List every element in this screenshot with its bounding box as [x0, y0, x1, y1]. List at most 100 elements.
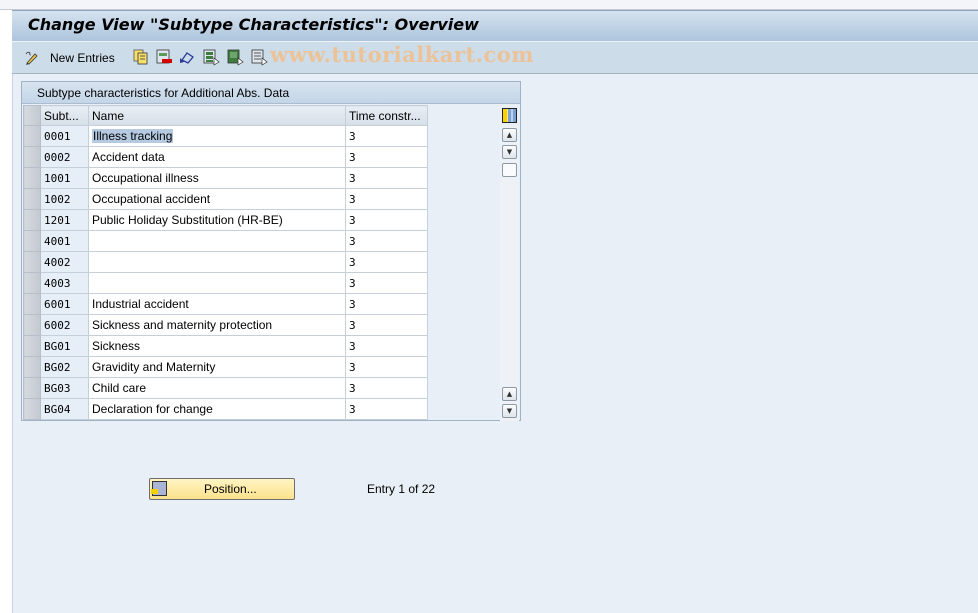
table-control: Subtype characteristics for Additional A… — [21, 81, 521, 421]
row-selector[interactable] — [23, 209, 41, 231]
table-row: 6001 Industrial accident 3 — [23, 293, 428, 315]
table-row: BG04 Declaration for change 3 — [23, 398, 428, 420]
table-row: 1001 Occupational illness 3 — [23, 167, 428, 189]
time-constraint-cell[interactable]: 3 — [345, 125, 428, 147]
time-constraint-cell[interactable]: 3 — [345, 251, 428, 273]
row-selector[interactable] — [23, 314, 41, 336]
copy-as-icon[interactable] — [132, 48, 150, 66]
name-cell[interactable]: Illness tracking — [88, 125, 346, 147]
row-selector[interactable] — [23, 377, 41, 399]
edit-pencil-icon — [25, 51, 38, 65]
name-cell[interactable]: Sickness — [88, 335, 346, 357]
scroll-thumb[interactable] — [502, 163, 517, 177]
name-cell[interactable]: Gravidity and Maternity — [88, 356, 346, 378]
table-row: BG03 Child care 3 — [23, 377, 428, 399]
name-cell[interactable] — [88, 251, 346, 273]
subtype-cell[interactable]: 1001 — [40, 167, 89, 189]
row-selector[interactable] — [23, 167, 41, 189]
title-bar: Change View "Subtype Characteristics": O… — [12, 10, 978, 41]
table-row: 4002 3 — [23, 251, 428, 273]
column-header-time-constraint[interactable]: Time constr... — [345, 105, 428, 126]
time-constraint-cell[interactable]: 3 — [345, 188, 428, 210]
row-selector[interactable] — [23, 272, 41, 294]
column-header-subtype[interactable]: Subt... — [40, 105, 89, 126]
time-constraint-cell[interactable]: 3 — [345, 167, 428, 189]
scroll-page-down-button[interactable]: ▼ — [502, 404, 517, 418]
subtype-cell[interactable]: 4001 — [40, 230, 89, 252]
position-icon — [151, 481, 167, 496]
new-entries-label: New Entries — [50, 51, 115, 65]
name-cell[interactable]: Declaration for change — [88, 398, 346, 420]
subtype-cell[interactable]: 6002 — [40, 314, 89, 336]
name-cell[interactable]: Sickness and maternity protection — [88, 314, 346, 336]
position-button[interactable]: Position... — [149, 478, 295, 500]
delete-icon[interactable] — [155, 48, 173, 66]
column-header-name[interactable]: Name — [88, 105, 346, 126]
subtype-cell[interactable]: 4002 — [40, 251, 89, 273]
subtype-cell[interactable]: BG03 — [40, 377, 89, 399]
name-cell[interactable]: Child care — [88, 377, 346, 399]
time-constraint-cell[interactable]: 3 — [345, 272, 428, 294]
row-selector[interactable] — [23, 356, 41, 378]
time-constraint-cell[interactable]: 3 — [345, 377, 428, 399]
highlighted-text: Illness tracking — [92, 129, 174, 143]
table-title: Subtype characteristics for Additional A… — [37, 86, 290, 100]
subtype-cell[interactable]: 1002 — [40, 188, 89, 210]
time-constraint-cell[interactable]: 3 — [345, 230, 428, 252]
time-constraint-cell[interactable]: 3 — [345, 293, 428, 315]
row-selector[interactable] — [23, 251, 41, 273]
row-selector[interactable] — [23, 188, 41, 210]
data-table: Subt... Name Time constr... 0001 Illness … — [23, 105, 428, 420]
select-all-rows-button[interactable] — [23, 105, 41, 126]
name-cell[interactable] — [88, 272, 346, 294]
row-selector[interactable] — [23, 146, 41, 168]
subtype-cell[interactable]: 0002 — [40, 146, 89, 168]
top-border — [0, 0, 978, 10]
undo-change-icon[interactable] — [178, 48, 196, 66]
new-entries-button[interactable]: New Entries — [24, 48, 115, 68]
subtype-cell[interactable]: 0001 — [40, 125, 89, 147]
subtype-cell[interactable]: 4003 — [40, 272, 89, 294]
subtype-cell[interactable]: BG01 — [40, 335, 89, 357]
name-cell[interactable]: Public Holiday Substitution (HR-BE) — [88, 209, 346, 231]
time-constraint-cell[interactable]: 3 — [345, 209, 428, 231]
scroll-up-button[interactable]: ▲ — [502, 128, 517, 142]
table-row: 0002 Accident data 3 — [23, 146, 428, 168]
subtype-cell[interactable]: 6001 — [40, 293, 89, 315]
name-cell[interactable] — [88, 230, 346, 252]
scroll-page-up-button[interactable]: ▲ — [502, 387, 517, 401]
time-constraint-cell[interactable]: 3 — [345, 398, 428, 420]
scroll-down-button[interactable]: ▼ — [502, 145, 517, 159]
name-cell[interactable]: Occupational illness — [88, 167, 346, 189]
time-constraint-cell[interactable]: 3 — [345, 314, 428, 336]
header-row: Subt... Name Time constr... — [23, 105, 428, 126]
name-cell[interactable]: Accident data — [88, 146, 346, 168]
time-constraint-cell[interactable]: 3 — [345, 146, 428, 168]
vertical-scrollbar[interactable]: ▲ ▼ ▲ ▼ — [500, 126, 519, 421]
time-constraint-cell[interactable]: 3 — [345, 356, 428, 378]
watermark: www.tutorialkart.com — [270, 42, 534, 67]
time-constraint-cell[interactable]: 3 — [345, 335, 428, 357]
subtype-cell[interactable]: 1201 — [40, 209, 89, 231]
deselect-all-icon[interactable] — [250, 48, 268, 66]
table-row: BG02 Gravidity and Maternity 3 — [23, 356, 428, 378]
subtype-cell[interactable]: BG02 — [40, 356, 89, 378]
subtype-cell[interactable]: BG04 — [40, 398, 89, 420]
application-toolbar: New Entries www.tutorialkart.com — [12, 41, 978, 74]
table-row: 4001 3 — [23, 230, 428, 252]
select-all-icon[interactable] — [202, 48, 220, 66]
table-row: 0001 Illness tracking 3 — [23, 125, 428, 147]
table-row: 6002 Sickness and maternity protection 3 — [23, 314, 428, 336]
table-settings-icon[interactable] — [502, 108, 517, 123]
row-selector[interactable] — [23, 293, 41, 315]
row-selector[interactable] — [23, 398, 41, 420]
position-button-label: Position... — [204, 482, 257, 496]
row-selector[interactable] — [23, 230, 41, 252]
table-title-bar: Subtype characteristics for Additional A… — [22, 82, 520, 104]
select-block-icon[interactable] — [226, 48, 244, 66]
row-selector[interactable] — [23, 335, 41, 357]
row-selector[interactable] — [23, 125, 41, 147]
name-cell[interactable]: Industrial accident — [88, 293, 346, 315]
entry-count: Entry 1 of 22 — [367, 482, 436, 496]
name-cell[interactable]: Occupational accident — [88, 188, 346, 210]
